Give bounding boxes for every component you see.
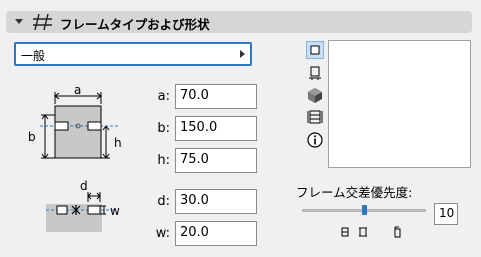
param-d-field[interactable]: 30.0: [175, 189, 257, 214]
param-w-field[interactable]: 20.0: [175, 221, 257, 246]
triangle-down-icon[interactable]: [15, 19, 23, 24]
param-label-a: a:: [157, 89, 170, 104]
section-dimension-diagram: a b h: [28, 86, 122, 159]
dim-label-b: b: [28, 130, 36, 144]
dim-label-w: w: [110, 204, 120, 218]
offset-dimension-diagram: d w: [46, 179, 120, 232]
param-label-h: h:: [157, 153, 170, 168]
priority-label: フレーム交差優先度:: [296, 185, 413, 200]
param-b-field[interactable]: 150.0: [175, 116, 257, 141]
section-title: フレームタイプおよび形状: [60, 17, 210, 32]
square-view-icon[interactable]: [306, 41, 324, 59]
3d-view-icon[interactable]: [306, 86, 324, 104]
dim-label-a: a: [74, 86, 81, 97]
chevron-right-icon: [240, 50, 245, 58]
priority-value-field[interactable]: 10: [434, 203, 458, 225]
dim-label-d: d: [80, 179, 88, 193]
low-priority-icon: [341, 227, 349, 237]
preview-pane: [328, 40, 471, 168]
section-header[interactable]: フレームタイプおよび形状: [6, 11, 472, 33]
param-label-b: b:: [157, 121, 170, 136]
mid-priority-icon: [359, 227, 367, 237]
frame-type-dropdown[interactable]: 一般: [14, 42, 252, 66]
param-a-field[interactable]: 70.0: [175, 84, 257, 109]
priority-slider-thumb[interactable]: [362, 205, 367, 215]
high-priority-icon: [394, 226, 401, 238]
info-icon[interactable]: [306, 131, 324, 149]
dropdown-value: 一般: [21, 49, 46, 63]
param-label-w: w:: [155, 226, 170, 241]
dim-label-h: h: [114, 136, 122, 150]
profile-view-icon[interactable]: [306, 64, 324, 82]
param-label-d: d:: [157, 194, 170, 209]
frame-type-icon: [33, 13, 52, 31]
param-h-field[interactable]: 75.0: [175, 148, 257, 173]
frame-view-icon[interactable]: [306, 108, 324, 126]
